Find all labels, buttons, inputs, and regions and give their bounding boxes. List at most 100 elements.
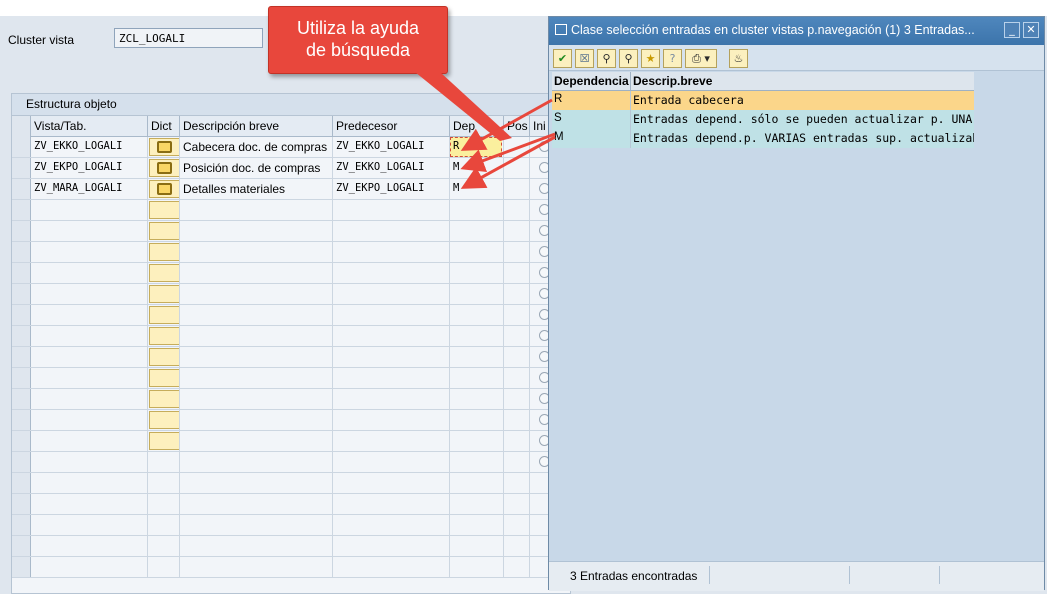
row-selector[interactable] — [12, 557, 31, 577]
descripcion-cell[interactable] — [180, 431, 333, 451]
vista-cell[interactable] — [31, 536, 148, 556]
table-row[interactable] — [12, 431, 570, 452]
row-selector[interactable] — [12, 347, 31, 367]
descripcion-cell[interactable] — [180, 305, 333, 325]
dep-cell[interactable] — [450, 347, 504, 367]
predecesor-cell[interactable] — [333, 200, 450, 220]
row-selector[interactable] — [12, 326, 31, 346]
pos-cell[interactable] — [504, 305, 530, 325]
pos-cell[interactable] — [504, 221, 530, 241]
table-row[interactable] — [12, 284, 570, 305]
dep-cell[interactable]: M — [450, 179, 504, 199]
descrip-cell[interactable]: Entradas depend.p. VARIAS entradas sup. … — [631, 129, 974, 148]
dict-cell[interactable] — [148, 410, 180, 430]
dep-cell[interactable] — [450, 536, 504, 556]
pos-cell[interactable] — [504, 410, 530, 430]
pos-cell[interactable] — [504, 473, 530, 493]
pos-cell[interactable] — [504, 536, 530, 556]
predecesor-cell[interactable] — [333, 284, 450, 304]
pos-cell[interactable] — [504, 389, 530, 409]
predecesor-cell[interactable]: ZV_EKPO_LOGALI — [333, 179, 450, 199]
dialog-row[interactable]: M Entradas depend.p. VARIAS entradas sup.… — [552, 129, 974, 148]
cancel-icon[interactable]: ☒ — [575, 49, 594, 68]
descripcion-cell[interactable] — [180, 557, 333, 577]
vista-cell[interactable] — [31, 515, 148, 535]
vista-cell[interactable] — [31, 221, 148, 241]
dcol-dependencia[interactable]: Dependencia — [552, 72, 631, 91]
predecesor-cell[interactable] — [333, 536, 450, 556]
info-icon[interactable]: ♨ — [729, 49, 748, 68]
pos-cell[interactable] — [504, 158, 530, 178]
dep-cell[interactable]: R — [450, 137, 504, 157]
pos-cell[interactable] — [504, 284, 530, 304]
descripcion-cell[interactable] — [180, 368, 333, 388]
pos-cell[interactable] — [504, 515, 530, 535]
dep-cell[interactable] — [450, 284, 504, 304]
predecesor-cell[interactable] — [333, 242, 450, 262]
table-row[interactable] — [12, 473, 570, 494]
vista-cell[interactable] — [31, 389, 148, 409]
row-selector[interactable] — [12, 137, 31, 157]
vista-cell[interactable] — [31, 452, 148, 472]
dep-cell[interactable] — [450, 368, 504, 388]
descripcion-cell[interactable] — [180, 200, 333, 220]
dict-cell[interactable] — [148, 284, 180, 304]
dict-cell[interactable] — [148, 242, 180, 262]
vista-cell[interactable] — [31, 200, 148, 220]
predecesor-cell[interactable] — [333, 431, 450, 451]
vista-cell[interactable] — [31, 263, 148, 283]
find-icon[interactable]: ⚲ — [597, 49, 616, 68]
descripcion-cell[interactable] — [180, 515, 333, 535]
dict-cell[interactable] — [148, 347, 180, 367]
table-row[interactable] — [12, 347, 570, 368]
descripcion-cell[interactable]: Posición doc. de compras — [180, 158, 333, 178]
table-row[interactable] — [12, 494, 570, 515]
predecesor-cell[interactable] — [333, 389, 450, 409]
vista-cell[interactable] — [31, 368, 148, 388]
row-selector[interactable] — [12, 410, 31, 430]
pos-cell[interactable] — [504, 452, 530, 472]
dep-cell[interactable] — [450, 494, 504, 514]
table-row[interactable] — [12, 557, 570, 578]
predecesor-cell[interactable] — [333, 515, 450, 535]
predecesor-cell[interactable] — [333, 347, 450, 367]
descripcion-cell[interactable] — [180, 284, 333, 304]
table-row[interactable] — [12, 326, 570, 347]
dict-cell[interactable] — [148, 200, 180, 220]
predecesor-cell[interactable] — [333, 473, 450, 493]
pos-cell[interactable] — [504, 347, 530, 367]
dep-cell[interactable] — [450, 410, 504, 430]
predecesor-cell[interactable] — [333, 557, 450, 577]
col-predecesor[interactable]: Predecesor — [333, 116, 450, 137]
vista-cell[interactable] — [31, 431, 148, 451]
dep-cell[interactable] — [450, 200, 504, 220]
vista-cell[interactable] — [31, 242, 148, 262]
row-selector[interactable] — [12, 473, 31, 493]
vista-cell[interactable]: ZV_MARA_LOGALI — [31, 179, 148, 199]
dict-cell[interactable] — [148, 557, 180, 577]
dict-cell[interactable] — [148, 137, 180, 157]
dep-cell[interactable] — [450, 242, 504, 262]
table-row[interactable] — [12, 536, 570, 557]
row-selector[interactable] — [12, 242, 31, 262]
row-selector[interactable] — [12, 263, 31, 283]
pos-cell[interactable] — [504, 200, 530, 220]
dictionary-button[interactable] — [149, 348, 179, 366]
dict-cell[interactable] — [148, 494, 180, 514]
pos-cell[interactable] — [504, 557, 530, 577]
descripcion-cell[interactable] — [180, 326, 333, 346]
dict-cell[interactable] — [148, 452, 180, 472]
dictionary-button[interactable] — [149, 180, 179, 198]
dependencia-cell[interactable]: R — [552, 91, 631, 110]
pos-cell[interactable] — [504, 137, 530, 157]
descripcion-cell[interactable] — [180, 410, 333, 430]
predecesor-cell[interactable] — [333, 305, 450, 325]
dependencia-cell[interactable]: S — [552, 110, 631, 129]
pos-cell[interactable] — [504, 242, 530, 262]
help-icon[interactable]: ? — [663, 49, 682, 68]
dictionary-button[interactable] — [149, 306, 179, 324]
dictionary-button[interactable] — [149, 264, 179, 282]
descripcion-cell[interactable] — [180, 221, 333, 241]
col-dep[interactable]: Dep — [450, 116, 504, 137]
dict-cell[interactable] — [148, 515, 180, 535]
